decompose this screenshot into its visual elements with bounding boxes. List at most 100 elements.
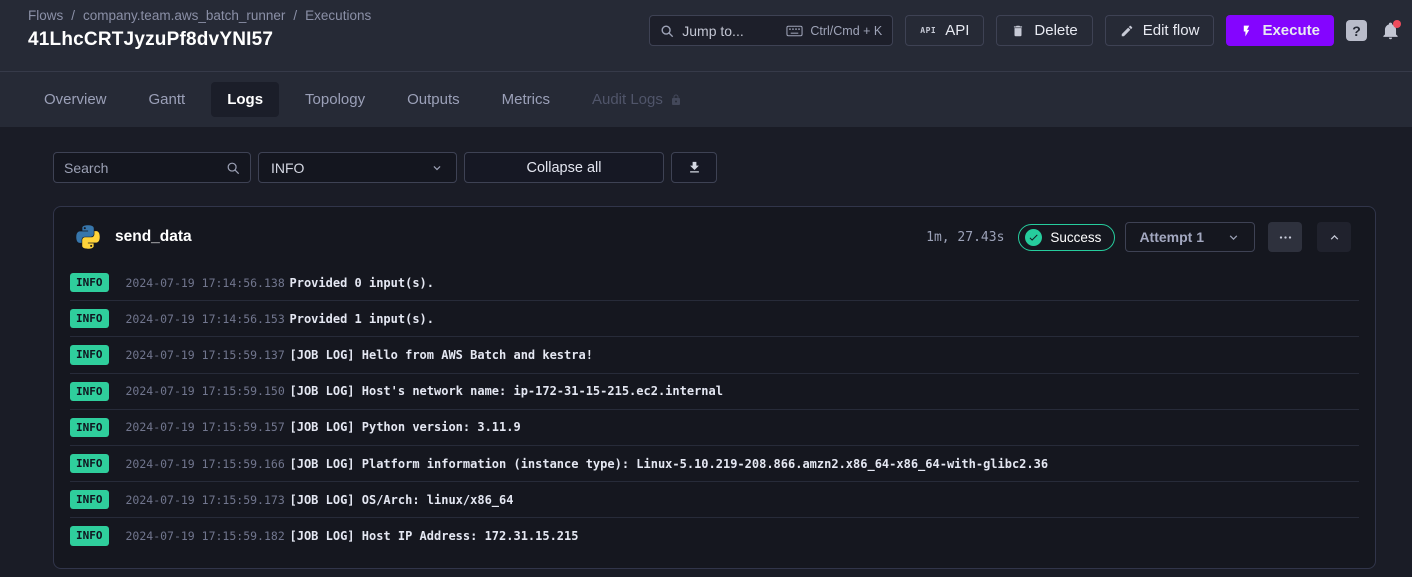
python-icon <box>76 225 100 249</box>
search-icon <box>226 161 240 175</box>
api-button-label: API <box>945 22 969 39</box>
log-search-box <box>53 152 251 183</box>
search-icon <box>660 24 674 38</box>
breadcrumb-separator: / <box>293 8 297 23</box>
tab-audit-logs: Audit Logs <box>576 82 698 117</box>
log-timestamp: 2024-07-19 17:15:59.166 <box>126 457 274 471</box>
log-level-badge: INFO <box>70 418 109 437</box>
tab-topology[interactable]: Topology <box>289 82 381 117</box>
log-search-input[interactable] <box>64 160 226 176</box>
tab-outputs[interactable]: Outputs <box>391 82 476 117</box>
log-level-badge: INFO <box>70 526 109 545</box>
log-message: [JOB LOG] Host's network name: ip-172-31… <box>290 384 723 398</box>
log-message: [JOB LOG] Platform information (instance… <box>290 457 1049 471</box>
log-level-select[interactable]: INFO <box>258 152 457 183</box>
log-message: [JOB LOG] Hello from AWS Batch and kestr… <box>290 348 593 362</box>
log-level-badge: INFO <box>70 309 109 328</box>
header-left: Flows / company.team.aws_batch_runner / … <box>28 8 371 51</box>
tab-gantt[interactable]: Gantt <box>133 82 202 117</box>
attempt-select[interactable]: Attempt 1 <box>1125 222 1255 252</box>
log-row: INFO 2024-07-19 17:15:59.182 [JOB LOG] H… <box>70 518 1359 553</box>
jump-to-search[interactable]: Jump to... Ctrl/Cmd + K <box>649 15 893 46</box>
task-log-panel-header: send_data 1m, 27.43s Success Attempt 1 <box>54 207 1375 263</box>
log-message: [JOB LOG] Python version: 3.11.9 <box>290 420 521 434</box>
execute-button[interactable]: Execute <box>1226 15 1334 46</box>
tab-audit-logs-label: Audit Logs <box>592 91 663 108</box>
trash-icon <box>1011 24 1025 38</box>
chevron-down-icon <box>1226 230 1241 245</box>
tab-bar: Overview Gantt Logs Topology Outputs Met… <box>0 71 1412 127</box>
keyboard-shortcut: Ctrl/Cmd + K <box>786 24 882 38</box>
pencil-icon <box>1120 24 1134 38</box>
keyboard-icon <box>786 25 803 37</box>
status-badge-label: Success <box>1050 230 1101 245</box>
log-timestamp: 2024-07-19 17:15:59.173 <box>126 493 274 507</box>
ellipsis-icon <box>1278 230 1293 245</box>
execute-button-label: Execute <box>1262 22 1320 39</box>
log-level-value: INFO <box>271 160 304 176</box>
log-row: INFO 2024-07-19 17:15:59.150 [JOB LOG] H… <box>70 374 1359 410</box>
api-icon: API <box>920 26 936 35</box>
lock-icon <box>670 94 682 106</box>
breadcrumb-flow-id[interactable]: company.team.aws_batch_runner <box>83 8 285 23</box>
delete-button-label: Delete <box>1034 22 1077 39</box>
breadcrumb-flows[interactable]: Flows <box>28 8 63 23</box>
main-content: INFO Collapse all send_data 1m, 27.43s <box>0 127 1412 569</box>
chevron-up-icon <box>1327 230 1342 245</box>
log-level-badge: INFO <box>70 454 109 473</box>
download-icon <box>687 160 702 175</box>
attempt-select-value: Attempt 1 <box>1139 229 1204 245</box>
log-row: INFO 2024-07-19 17:15:59.173 [JOB LOG] O… <box>70 482 1359 518</box>
log-row: INFO 2024-07-19 17:15:59.166 [JOB LOG] P… <box>70 446 1359 482</box>
more-options-button[interactable] <box>1268 222 1302 252</box>
notifications-bell-icon[interactable] <box>1381 21 1400 40</box>
tab-metrics[interactable]: Metrics <box>486 82 566 117</box>
tab-overview[interactable]: Overview <box>28 82 123 117</box>
download-logs-button[interactable] <box>671 152 717 183</box>
filter-bar: INFO Collapse all <box>53 152 1376 183</box>
task-duration: 1m, 27.43s <box>926 230 1004 245</box>
log-timestamp: 2024-07-19 17:14:56.153 <box>126 312 274 326</box>
log-timestamp: 2024-07-19 17:15:59.182 <box>126 529 274 543</box>
notification-dot <box>1393 20 1401 28</box>
log-message: [JOB LOG] Host IP Address: 172.31.15.215 <box>290 529 579 543</box>
log-level-badge: INFO <box>70 490 109 509</box>
log-level-badge: INFO <box>70 382 109 401</box>
chevron-down-icon <box>430 161 444 175</box>
log-row: INFO 2024-07-19 17:14:56.153 Provided 1 … <box>70 301 1359 337</box>
log-row: INFO 2024-07-19 17:15:59.157 [JOB LOG] P… <box>70 410 1359 446</box>
task-name: send_data <box>115 228 192 246</box>
top-header: Flows / company.team.aws_batch_runner / … <box>0 0 1412 71</box>
log-list: INFO 2024-07-19 17:14:56.138 Provided 0 … <box>54 263 1375 564</box>
collapse-all-button[interactable]: Collapse all <box>464 152 664 183</box>
breadcrumb: Flows / company.team.aws_batch_runner / … <box>28 8 371 23</box>
log-row: INFO 2024-07-19 17:15:59.137 [JOB LOG] H… <box>70 337 1359 373</box>
log-level-badge: INFO <box>70 273 109 292</box>
log-message: Provided 0 input(s). <box>290 276 435 290</box>
check-circle-icon <box>1025 229 1042 246</box>
log-message: Provided 1 input(s). <box>290 312 435 326</box>
task-log-panel: send_data 1m, 27.43s Success Attempt 1 <box>53 206 1376 569</box>
log-row: INFO 2024-07-19 17:14:56.138 Provided 0 … <box>70 265 1359 301</box>
delete-button[interactable]: Delete <box>996 15 1092 46</box>
log-level-badge: INFO <box>70 345 109 364</box>
log-timestamp: 2024-07-19 17:15:59.157 <box>126 420 274 434</box>
header-actions: Jump to... Ctrl/Cmd + K API API Delete E… <box>649 15 1400 46</box>
help-button-label: ? <box>1352 23 1361 39</box>
page-title: 41LhcCRTJyzuPf8dvYNI57 <box>28 29 371 51</box>
edit-flow-button[interactable]: Edit flow <box>1105 15 1215 46</box>
jump-to-label: Jump to... <box>682 23 743 39</box>
status-badge: Success <box>1018 224 1115 251</box>
help-button[interactable]: ? <box>1346 20 1367 41</box>
api-button[interactable]: API API <box>905 15 984 46</box>
log-timestamp: 2024-07-19 17:14:56.138 <box>126 276 274 290</box>
tab-logs[interactable]: Logs <box>211 82 279 117</box>
shortcut-label: Ctrl/Cmd + K <box>810 24 882 38</box>
lightning-bolt-icon <box>1240 24 1253 38</box>
breadcrumb-executions[interactable]: Executions <box>305 8 371 23</box>
log-timestamp: 2024-07-19 17:15:59.150 <box>126 384 274 398</box>
edit-flow-button-label: Edit flow <box>1143 22 1200 39</box>
collapse-task-button[interactable] <box>1317 222 1351 252</box>
log-message: [JOB LOG] OS/Arch: linux/x86_64 <box>290 493 514 507</box>
log-timestamp: 2024-07-19 17:15:59.137 <box>126 348 274 362</box>
